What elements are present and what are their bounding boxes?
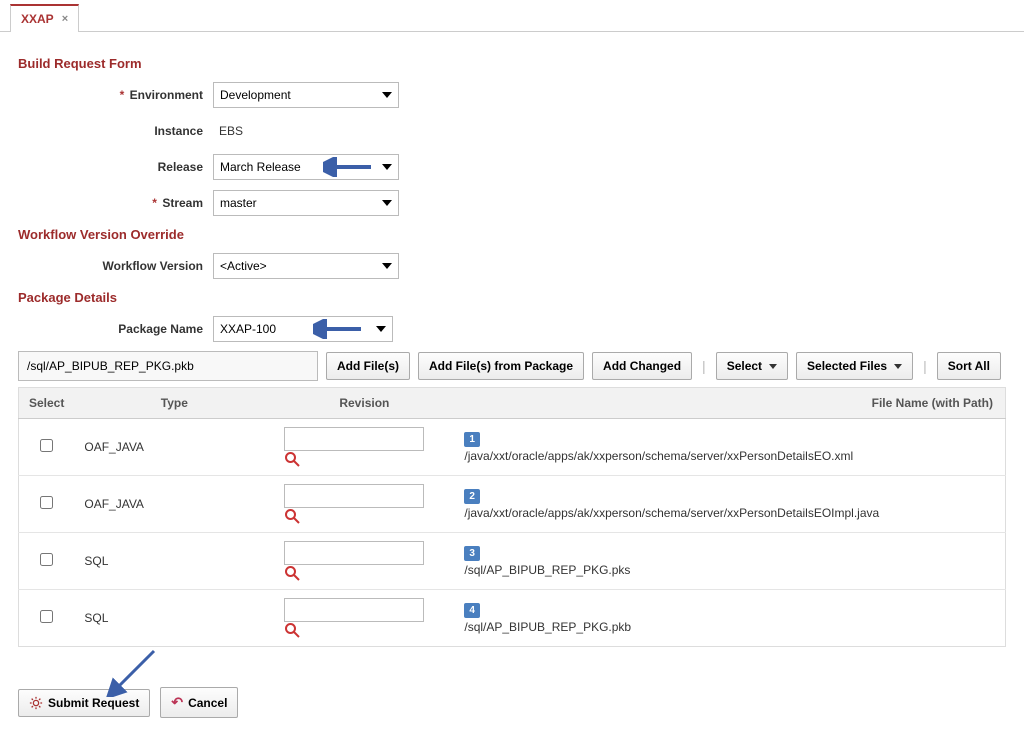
label-workflow-version: Workflow Version xyxy=(18,259,213,273)
select-release[interactable]: March Release xyxy=(213,154,399,180)
label-environment: * Environment xyxy=(18,88,213,102)
search-icon[interactable] xyxy=(284,622,300,638)
cell-file: 1/java/xxt/oracle/apps/ak/xxperson/schem… xyxy=(454,419,1005,476)
select-package-name[interactable]: XXAP-100 xyxy=(213,316,393,342)
cell-type: OAF_JAVA xyxy=(74,476,274,533)
row-select-checkbox[interactable] xyxy=(40,610,53,623)
table-row: SQL 3/sql/AP_BIPUB_REP_PKG.pks xyxy=(19,533,1006,590)
separator: | xyxy=(700,358,708,374)
file-path: /java/xxt/oracle/apps/ak/xxperson/schema… xyxy=(464,449,853,463)
cell-file: 3/sql/AP_BIPUB_REP_PKG.pks xyxy=(454,533,1005,590)
row-number-badge: 1 xyxy=(464,432,480,447)
section-package-details: Package Details xyxy=(18,290,1006,305)
select-dropdown-button[interactable]: Select xyxy=(716,352,788,380)
undo-icon: ↶ xyxy=(171,694,183,711)
file-path: /java/xxt/oracle/apps/ak/xxperson/schema… xyxy=(464,506,879,520)
revision-input[interactable] xyxy=(284,484,424,508)
revision-input[interactable] xyxy=(284,427,424,451)
files-table: Select Type Revision File Name (with Pat… xyxy=(18,387,1006,647)
gear-icon xyxy=(29,696,43,710)
cell-type: OAF_JAVA xyxy=(74,419,274,476)
file-path-input[interactable] xyxy=(18,351,318,381)
cancel-button[interactable]: ↶ Cancel xyxy=(160,687,238,718)
file-toolbar: Add File(s) Add File(s) from Package Add… xyxy=(18,351,1006,381)
row-select-checkbox[interactable] xyxy=(40,439,53,452)
tab-label: XXAP xyxy=(21,12,54,26)
revision-input[interactable] xyxy=(284,598,424,622)
add-files-button[interactable]: Add File(s) xyxy=(326,352,410,380)
submit-label: Submit Request xyxy=(48,696,139,710)
cancel-label: Cancel xyxy=(188,696,227,710)
sort-all-button[interactable]: Sort All xyxy=(937,352,1001,380)
section-workflow-override: Workflow Version Override xyxy=(18,227,1006,242)
search-icon[interactable] xyxy=(284,508,300,524)
file-path: /sql/AP_BIPUB_REP_PKG.pks xyxy=(464,563,630,577)
select-workflow-version[interactable]: <Active> xyxy=(213,253,399,279)
file-path: /sql/AP_BIPUB_REP_PKG.pkb xyxy=(464,620,631,634)
search-icon[interactable] xyxy=(284,451,300,467)
row-number-badge: 4 xyxy=(464,603,480,618)
col-header-select: Select xyxy=(19,388,75,419)
value-instance: EBS xyxy=(213,124,243,138)
table-row: SQL 4/sql/AP_BIPUB_REP_PKG.pkb xyxy=(19,590,1006,647)
selected-files-dropdown-button[interactable]: Selected Files xyxy=(796,352,913,380)
label-release: Release xyxy=(18,160,213,174)
add-files-from-package-button[interactable]: Add File(s) from Package xyxy=(418,352,584,380)
section-build-request: Build Request Form xyxy=(18,56,1006,71)
cell-file: 2/java/xxt/oracle/apps/ak/xxperson/schem… xyxy=(454,476,1005,533)
submit-request-button[interactable]: Submit Request xyxy=(18,689,150,717)
tab-xxap[interactable]: XXAP × xyxy=(10,4,79,32)
col-header-file: File Name (with Path) xyxy=(454,388,1005,419)
label-stream: * Stream xyxy=(18,196,213,210)
col-header-revision: Revision xyxy=(274,388,454,419)
row-number-badge: 3 xyxy=(464,546,480,561)
label-package-name: Package Name xyxy=(18,322,213,336)
tab-bar: XXAP × xyxy=(0,0,1024,32)
table-row: OAF_JAVA 1/java/xxt/oracle/apps/ak/xxper… xyxy=(19,419,1006,476)
table-row: OAF_JAVA 2/java/xxt/oracle/apps/ak/xxper… xyxy=(19,476,1006,533)
search-icon[interactable] xyxy=(284,565,300,581)
select-environment[interactable]: Development xyxy=(213,82,399,108)
cell-file: 4/sql/AP_BIPUB_REP_PKG.pkb xyxy=(454,590,1005,647)
row-select-checkbox[interactable] xyxy=(40,496,53,509)
separator: | xyxy=(921,358,929,374)
select-stream[interactable]: master xyxy=(213,190,399,216)
cell-type: SQL xyxy=(74,590,274,647)
footer-buttons: Submit Request ↶ Cancel xyxy=(18,687,1006,718)
row-number-badge: 2 xyxy=(464,489,480,504)
add-changed-button[interactable]: Add Changed xyxy=(592,352,692,380)
label-instance: Instance xyxy=(18,124,213,138)
close-icon[interactable]: × xyxy=(62,13,68,25)
revision-input[interactable] xyxy=(284,541,424,565)
cell-type: SQL xyxy=(74,533,274,590)
row-select-checkbox[interactable] xyxy=(40,553,53,566)
col-header-type: Type xyxy=(74,388,274,419)
